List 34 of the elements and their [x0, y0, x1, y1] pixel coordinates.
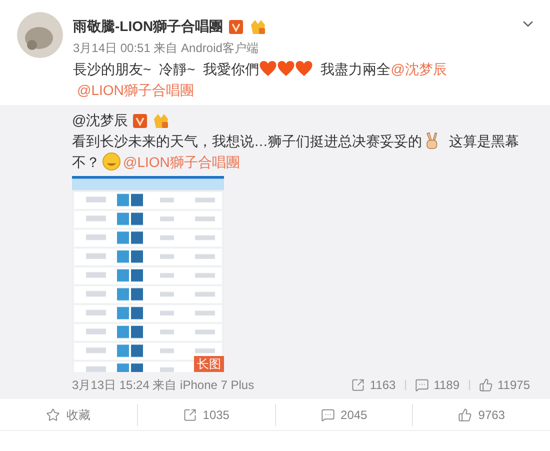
mention-link[interactable]: @LION獅子合唱團 [123, 154, 240, 170]
member-badge-icon [152, 112, 170, 128]
author-name[interactable]: 雨敬騰-LION獅子合唱團 [73, 16, 224, 37]
stat-button[interactable]: 1163 [350, 376, 396, 394]
repost-author[interactable]: @沈梦辰 [72, 110, 128, 131]
action-button[interactable]: 9763 [413, 399, 550, 430]
emoji-icon [102, 152, 121, 171]
verified-badge-icon [229, 20, 244, 34]
verified-badge-icon [133, 114, 148, 128]
victory-hand-icon [424, 132, 439, 150]
mention-link[interactable]: @LION獅子合唱團 [77, 82, 194, 98]
repost-text: 看到长沙未来的天气，我想说…狮子们挺进总决赛妥妥的 这算是黑幕不？ @LION獅子合唱團 [72, 131, 520, 173]
avatar[interactable] [17, 12, 63, 58]
share-icon [182, 408, 197, 422]
post-text: 長沙的朋友~ 冷靜~ 我愛你們 我盡力兩全@沈梦辰 @LION獅子合唱團 [73, 59, 448, 100]
share-icon [350, 378, 365, 392]
heart-icon [276, 60, 295, 77]
action-button[interactable]: 收藏 [0, 399, 137, 430]
thumbs-up-icon [478, 378, 493, 392]
thumbs-up-icon [458, 408, 472, 422]
heart-icon [294, 60, 313, 77]
comment-icon [414, 378, 429, 392]
member-badge-icon [249, 18, 268, 34]
heart-icon [258, 60, 277, 77]
post-meta: 3月14日 00:51 来自 Android客户端 [73, 40, 260, 57]
repost-meta: 3月13日 15:24 来自 iPhone 7 Plus [72, 377, 256, 394]
action-button[interactable]: 1035 [138, 399, 274, 430]
long-image-badge: 长图 [194, 356, 224, 372]
star-icon [46, 408, 60, 422]
stat-button[interactable]: 11975 [478, 376, 530, 394]
stat-button[interactable]: 1189 [414, 376, 460, 394]
action-button[interactable]: 2045 [276, 399, 412, 430]
comment-icon [320, 408, 335, 422]
mention-link[interactable]: @沈梦辰 [390, 61, 447, 77]
